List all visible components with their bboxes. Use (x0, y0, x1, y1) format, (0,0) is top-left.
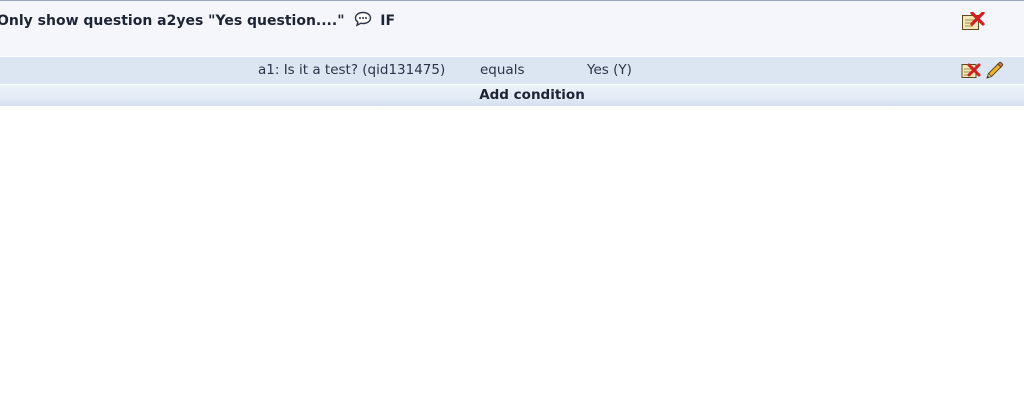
scenario-header: Only show question a2yes "Yes question..… (0, 0, 1024, 56)
add-condition-button[interactable]: Add condition (0, 85, 1024, 107)
condition-question: a1: Is it a test? (qid131475) (258, 62, 446, 78)
delete-condition-icon[interactable] (961, 62, 981, 84)
delete-scenario-icon[interactable] (961, 11, 985, 36)
add-condition-row: Add condition (0, 84, 1024, 106)
condition-operator: equals (480, 62, 525, 78)
scenario-heading-text: Only show question a2yes "Yes question..… (0, 13, 345, 29)
scenario-heading-if: IF (380, 13, 396, 29)
condition-value: Yes (Y) (587, 62, 632, 78)
speech-bubble-icon (354, 11, 372, 31)
conditions-panel: Only show question a2yes "Yes question..… (0, 0, 1024, 409)
scenario-heading: Only show question a2yes "Yes question..… (0, 11, 395, 31)
pencil-icon[interactable] (984, 61, 1004, 85)
condition-row: a1: Is it a test? (qid131475) equals Yes… (0, 57, 1024, 84)
